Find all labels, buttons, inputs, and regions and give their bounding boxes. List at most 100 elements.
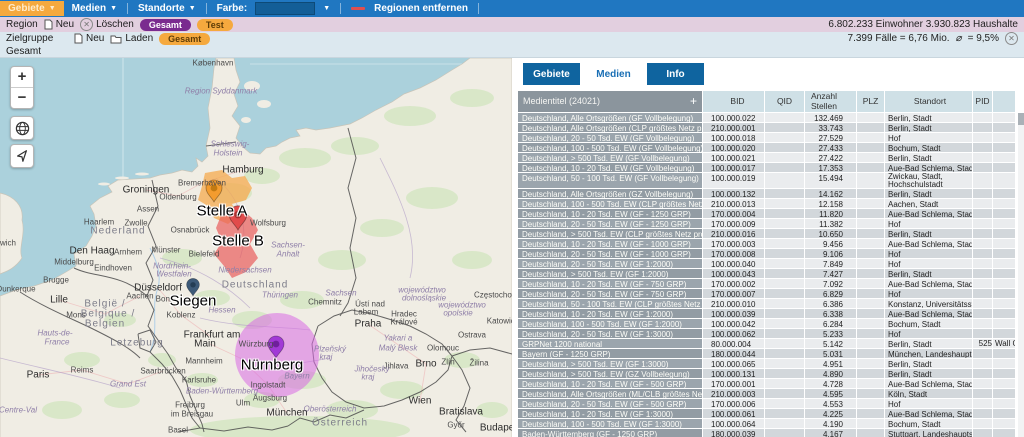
color-picker-swatch[interactable] <box>255 2 315 15</box>
column-header-extra[interactable] <box>993 91 1016 113</box>
menu-medien[interactable]: Medien ▼ <box>64 1 125 16</box>
cell-anz: 4.553 <box>805 399 857 409</box>
locate-button[interactable] <box>10 144 34 168</box>
cell-plz <box>857 409 885 419</box>
cell-ext <box>993 239 1016 249</box>
zielgruppe-neu-button[interactable]: Neu <box>74 33 104 44</box>
cell-bid: 210.000.003 <box>703 389 765 399</box>
table-row[interactable]: Bayern (GF - 1250 GRP)180.000.0445.031Mü… <box>518 349 1024 359</box>
column-header-standort[interactable]: Standort <box>885 91 973 113</box>
table-row[interactable]: Deutschland, 10 - 20 Tsd. EW (GF 1:2000)… <box>518 309 1024 319</box>
cell-qid <box>765 259 805 269</box>
zielgruppe-gesamt-pill[interactable]: Gesamt <box>159 33 210 45</box>
zielgruppe-laden-button[interactable]: Laden <box>110 33 153 44</box>
cell-bid: 180.000.044 <box>703 349 765 359</box>
cell-pid <box>973 359 993 369</box>
farbe-group: Farbe: ▼ <box>209 0 339 17</box>
cell-anz: 11.820 <box>805 209 857 219</box>
table-scrollbar-thumb[interactable] <box>1018 113 1024 125</box>
table-row[interactable]: Deutschland, 50 - 100 Tsd. EW (CLP größt… <box>518 299 1024 309</box>
cell-bid: 210.000.010 <box>703 299 765 309</box>
column-header-pid[interactable]: PID <box>973 91 993 113</box>
table-row[interactable]: Deutschland, Alle Ortsgrößen (GF Vollbel… <box>518 113 1024 123</box>
table-row[interactable]: Deutschland, 10 - 20 Tsd. EW (GF 1:3000)… <box>518 409 1024 419</box>
table-row[interactable]: Deutschland, 100 - 500 Tsd. EW (CLP größ… <box>518 199 1024 209</box>
column-header-bid[interactable]: BID <box>703 91 765 113</box>
cell-anz: 7.092 <box>805 279 857 289</box>
cell-ext <box>993 309 1016 319</box>
cell-qid <box>765 429 805 437</box>
cell-sta: Berlin, Stadt <box>885 229 973 239</box>
add-column-button[interactable]: + <box>690 95 697 108</box>
cell-qid <box>765 409 805 419</box>
table-row[interactable]: Deutschland, > 500 Tsd. EW (GF 1:3000)10… <box>518 359 1024 369</box>
region-neu-button[interactable]: Neu <box>44 19 74 30</box>
table-scrollbar[interactable] <box>1018 113 1024 437</box>
table-row[interactable]: Deutschland, 20 - 50 Tsd. EW (GF - 1250 … <box>518 219 1024 229</box>
table-row[interactable]: Deutschland, 20 - 50 Tsd. EW (GF - 500 G… <box>518 399 1024 409</box>
map-canvas[interactable]: KøbenhavnRegion SyddanmarkSchleswig-Hols… <box>0 58 512 437</box>
cell-bid: 100.000.065 <box>703 359 765 369</box>
table-row[interactable]: Deutschland, > 500 Tsd. EW (CLP größtes … <box>518 229 1024 239</box>
cell-anz: 33.743 <box>805 123 857 133</box>
table-row[interactable]: Deutschland, > 500 Tsd. EW (GF 1:2000)10… <box>518 269 1024 279</box>
menu-gebiete-label: Gebiete <box>8 3 45 14</box>
chevron-down-icon: ▼ <box>110 5 117 12</box>
region-gesamt-pill[interactable]: Gesamt <box>140 19 191 31</box>
cell-anz: 7.427 <box>805 269 857 279</box>
tab-medien[interactable]: Medien <box>585 63 642 85</box>
cell-sta: Hof <box>885 259 973 269</box>
cell-ext <box>993 259 1016 269</box>
tab-bar: GebieteMedienInfo <box>518 58 1024 91</box>
table-row[interactable]: Deutschland, 10 - 20 Tsd. EW (GF - 500 G… <box>518 379 1024 389</box>
title-column-header[interactable]: Medientitel (24021) + <box>518 91 703 113</box>
table-row[interactable]: Baden-Württemberg (GF - 1250 GRP)180.000… <box>518 429 1024 437</box>
regionen-entfernen-button[interactable]: Regionen entfernen <box>343 1 476 16</box>
table-row[interactable]: Deutschland, 10 - 20 Tsd. EW (GF - 1000 … <box>518 239 1024 249</box>
table-row[interactable]: Deutschland, > 500 Tsd. EW (GF Vollbeleg… <box>518 153 1024 163</box>
globe-button[interactable] <box>10 116 34 140</box>
region-loeschen-button[interactable]: ✕ Löschen <box>80 18 134 31</box>
cell-anz: 15.494 <box>805 173 857 189</box>
cell-anz: 17.353 <box>805 163 857 173</box>
table-row[interactable]: Deutschland, 100 - 500 Tsd. EW (GF 1:300… <box>518 419 1024 429</box>
tab-info[interactable]: Info <box>647 63 704 85</box>
tab-gebiete[interactable]: Gebiete <box>523 63 580 85</box>
region-test-pill[interactable]: Test <box>197 19 233 31</box>
cell-title: Deutschland, 20 - 50 Tsd. EW (GF - 750 G… <box>518 289 703 299</box>
table-row[interactable]: Deutschland, 20 - 50 Tsd. EW (GF - 1000 … <box>518 249 1024 259</box>
table-row[interactable]: GRPNet 1200 national80.000.0045.142Berli… <box>518 339 1024 349</box>
zoom-in-button[interactable]: + <box>11 67 33 88</box>
table-row[interactable]: Deutschland, 20 - 50 Tsd. EW (GF 1:2000)… <box>518 259 1024 269</box>
table-row[interactable]: Deutschland, 100 - 500 Tsd. EW (GF Vollb… <box>518 143 1024 153</box>
cell-sta: Bochum, Stadt <box>885 319 973 329</box>
menu-standorte[interactable]: Standorte ▼ <box>130 1 204 16</box>
cell-title: Deutschland, 10 - 20 Tsd. EW (GF - 500 G… <box>518 379 703 389</box>
cell-sta: Berlin, Stadt <box>885 153 973 163</box>
column-header-qid[interactable]: QID <box>765 91 805 113</box>
table-row[interactable]: Deutschland, 50 - 100 Tsd. EW (GF Vollbe… <box>518 173 1024 189</box>
table-row[interactable]: Deutschland, Alle Ortsgrößen (CLP größte… <box>518 123 1024 133</box>
table-row[interactable]: Deutschland, 100 - 500 Tsd. EW (GF 1:200… <box>518 319 1024 329</box>
column-header-plz[interactable]: PLZ <box>857 91 885 113</box>
cell-pid <box>973 209 993 219</box>
table-row[interactable]: Deutschland, 10 - 20 Tsd. EW (GF - 750 G… <box>518 279 1024 289</box>
table-row[interactable]: Deutschland, > 500 Tsd. EW (GZ Vollbeleg… <box>518 369 1024 379</box>
column-header-anzahl-stellen[interactable]: Anzahl Stellen <box>805 91 857 113</box>
cell-ext <box>993 209 1016 219</box>
table-row[interactable]: Deutschland, 20 - 50 Tsd. EW (GF 1:3000)… <box>518 329 1024 339</box>
cell-ext <box>993 429 1016 437</box>
menu-gebiete[interactable]: Gebiete ▼ <box>0 1 64 16</box>
clear-stat-button[interactable]: ✕ <box>1005 32 1018 45</box>
zoom-out-button[interactable]: − <box>11 88 33 108</box>
cell-plz <box>857 199 885 209</box>
table-row[interactable]: Deutschland, 10 - 20 Tsd. EW (GF - 1250 … <box>518 209 1024 219</box>
cell-bid: 170.000.004 <box>703 209 765 219</box>
table-row[interactable]: Deutschland, 20 - 50 Tsd. EW (GF - 750 G… <box>518 289 1024 299</box>
chevron-down-icon[interactable]: ▼ <box>323 5 330 12</box>
table-row[interactable]: Deutschland, 10 - 20 Tsd. EW (GF Vollbel… <box>518 163 1024 173</box>
cell-pid <box>973 249 993 259</box>
table-row[interactable]: Deutschland, Alle Ortsgrößen (GZ Vollbel… <box>518 189 1024 199</box>
table-row[interactable]: Deutschland, 20 - 50 Tsd. EW (GF Vollbel… <box>518 133 1024 143</box>
table-row[interactable]: Deutschland, Alle Ortsgrößen (ML/CLB grö… <box>518 389 1024 399</box>
